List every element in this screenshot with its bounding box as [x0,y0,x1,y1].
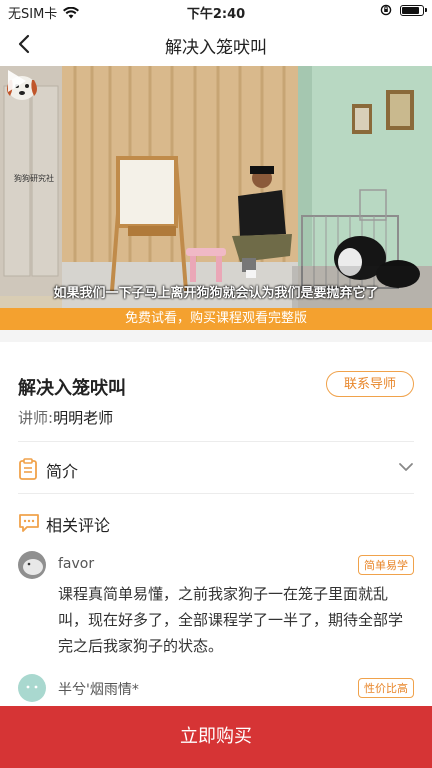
review-item: 半兮'烟雨情* 性价比高 [18,674,414,706]
status-time: 下午2:40 [186,7,246,22]
video-player[interactable]: 狗狗研究社 [0,66,432,308]
review-item: favor 简单易学 课程真简单易懂，之前我家狗子一在笼子里面就乱叫，现在好多了… [18,551,414,661]
divider [18,441,414,442]
review-tag: 简单易学 [358,555,414,575]
document-icon [19,458,37,480]
avatar [18,674,46,702]
user-avatar-icon [18,551,46,579]
course-title: 解决入笼吠叫 [18,378,126,399]
nav-bar: 解决入笼吠叫 [0,22,432,66]
section-divider [0,330,432,342]
comment-icon [19,514,39,532]
battery-icon [400,4,427,16]
reviews-header: 相关评论 [18,510,414,536]
nav-title: 解决入笼吠叫 [165,38,267,58]
intro-label: 简介 [46,462,79,481]
video-subtitle: 如果我们一下子马上离开狗狗就会认为我们是要抛弃它了 [53,286,379,301]
status-right [380,4,427,16]
teacher-label: 讲师: [18,409,54,427]
user-avatar-icon [18,674,46,702]
brand-logo-text: 狗狗研究社 [14,174,54,183]
intro-section-toggle[interactable]: 简介 [18,456,414,482]
trial-notice-bar: 免费试看，购买课程观看完整版 [0,308,432,330]
divider [18,493,414,494]
play-icon[interactable] [0,66,30,96]
review-text: 课程真简单易懂，之前我家狗子一在笼子里面就乱叫，现在好多了，全部课程学了一半了，… [58,585,404,655]
video-frame-image [0,66,432,308]
avatar [18,551,46,579]
teacher-info: 讲师:明明老师 [18,407,113,428]
reviewer-name: 半兮'烟雨情* [58,682,139,698]
teacher-name: 明明老师 [53,409,114,427]
reviewer-name: favor [58,556,95,572]
review-tag: 性价比高 [358,678,414,698]
reviews-label: 相关评论 [46,516,111,535]
buy-now-button[interactable]: 立即购买 [0,706,432,768]
contact-teacher-button[interactable]: 联系导师 [326,371,414,397]
chevron-down-icon [399,463,413,471]
status-bar: 无SIM卡 下午2:40 [0,0,432,22]
orientation-lock-icon [380,4,392,16]
